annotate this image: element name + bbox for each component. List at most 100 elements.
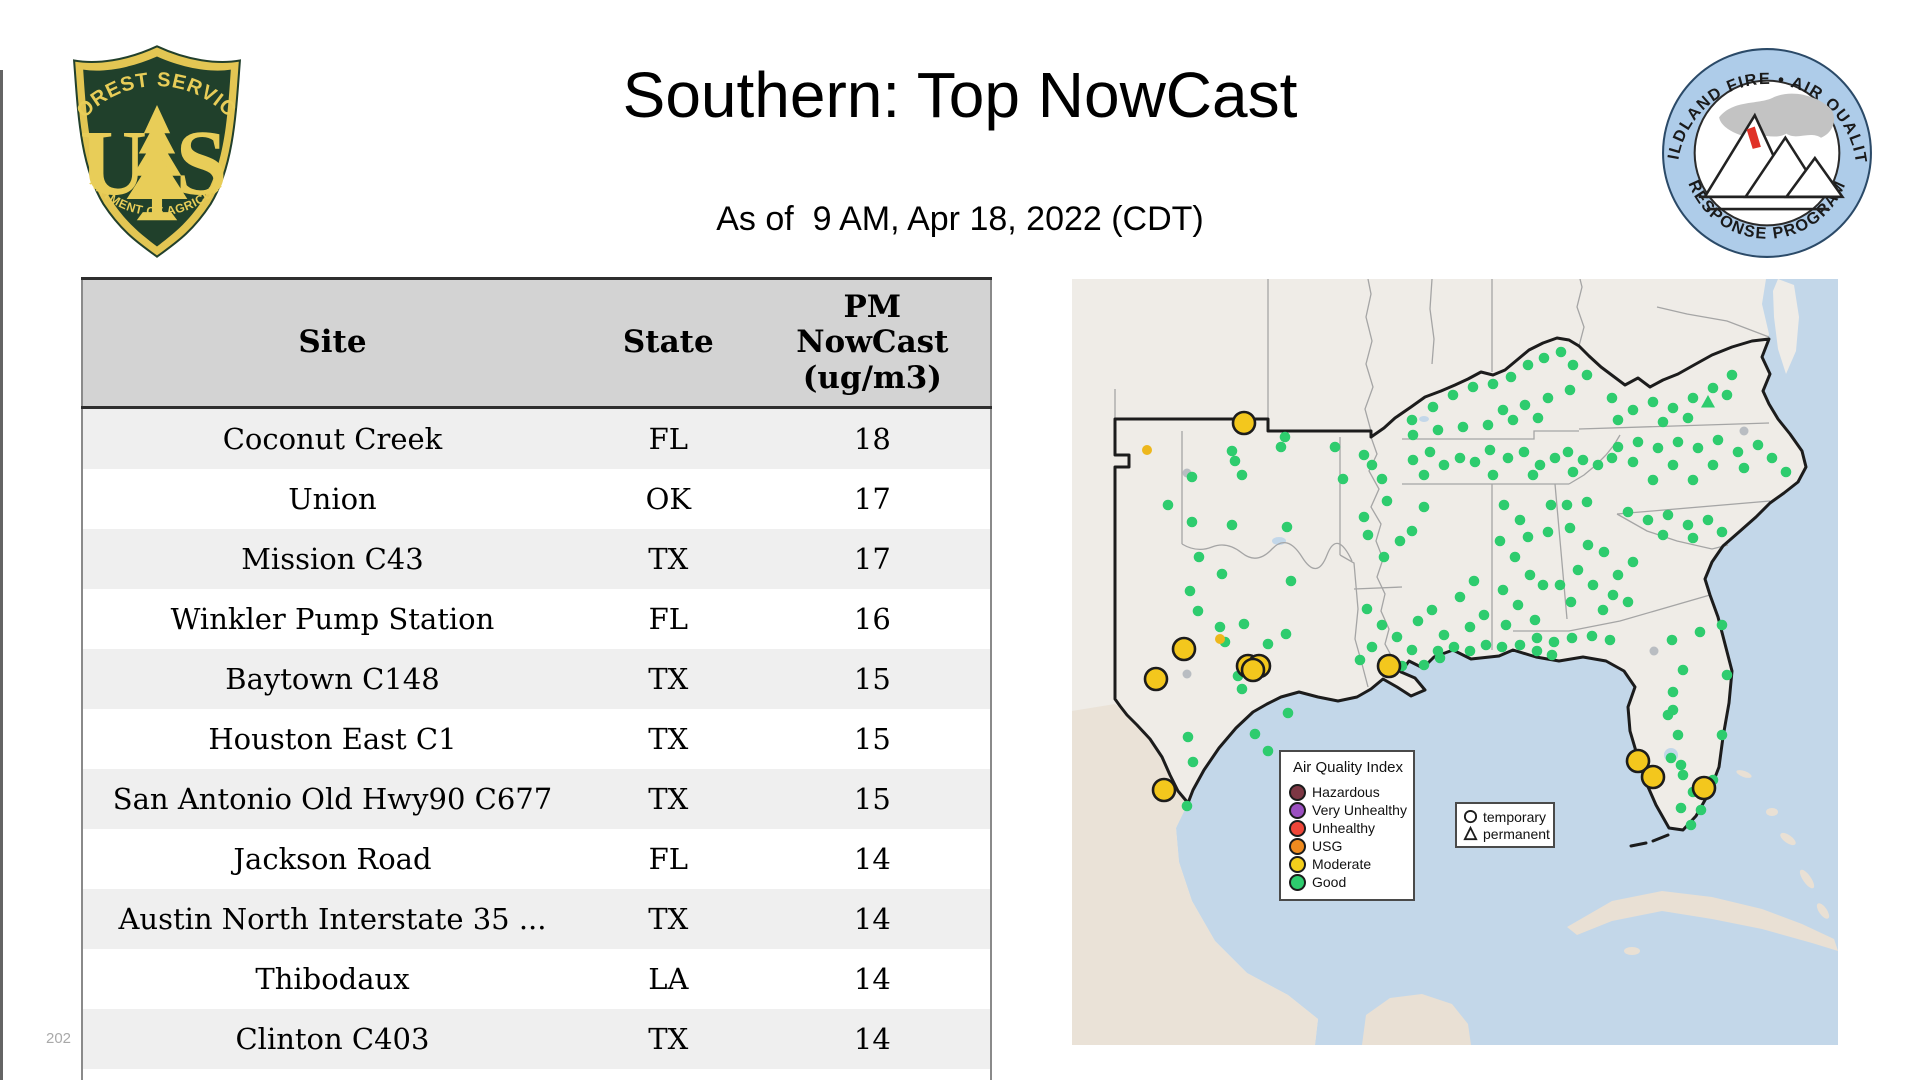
site-marker-good xyxy=(1418,501,1430,513)
map-image xyxy=(1072,279,1838,1045)
site-marker-good xyxy=(1572,564,1584,576)
table-cell: San Antonio Old Hwy90 C677 xyxy=(112,782,553,816)
site-marker-good xyxy=(1612,441,1624,453)
site-marker-good xyxy=(1561,499,1573,511)
table-cell: TX xyxy=(648,782,689,816)
table-cell: 15 xyxy=(853,662,891,696)
table-cell: TX xyxy=(648,722,689,756)
site-marker-good xyxy=(1358,449,1370,461)
aqi-map: Air Quality Index Hazardous Very Unhealth… xyxy=(1072,279,1838,1045)
aqi-legend-item: Unhealthy xyxy=(1289,819,1407,837)
site-marker-good xyxy=(1193,551,1205,563)
site-marker-good xyxy=(1529,614,1541,626)
page-subtitle: As of 9 AM, Apr 18, 2022 (CDT) xyxy=(716,200,1204,238)
table-cell: 17 xyxy=(853,542,891,576)
permanent-row: permanent xyxy=(1463,825,1550,842)
site-marker-good xyxy=(1685,819,1697,831)
site-marker-good xyxy=(1186,471,1198,483)
site-marker-good xyxy=(1522,531,1534,543)
site-marker-good xyxy=(1586,630,1598,642)
site-marker-good xyxy=(1394,535,1406,547)
table-row: Houston East C1 TX 15 xyxy=(82,709,991,769)
table-cell: Winkler Pump Station xyxy=(170,602,495,636)
site-marker-good xyxy=(1577,454,1589,466)
temporary-row: temporary xyxy=(1463,808,1547,825)
site-marker-good xyxy=(1426,604,1438,616)
site-marker-good xyxy=(1695,804,1707,816)
site-marker-good xyxy=(1721,669,1733,681)
site-marker-good xyxy=(1406,644,1418,656)
table-cell: 15 xyxy=(853,722,891,756)
site-marker-good xyxy=(1249,728,1261,740)
aqi-legend-items: Hazardous Very Unhealthy Unhealthy USG Moder… xyxy=(1289,783,1407,891)
table-cell: 16 xyxy=(853,602,891,636)
site-marker-good xyxy=(1721,389,1733,401)
site-marker-good xyxy=(1546,649,1558,661)
site-marker-good xyxy=(1607,589,1619,601)
site-marker-gray xyxy=(1182,669,1192,679)
site-marker-good xyxy=(1766,452,1778,464)
table-cell: 14 xyxy=(755,1069,991,1080)
site-marker-good xyxy=(1598,546,1610,558)
site-marker-good xyxy=(1418,469,1430,481)
site-marker-good xyxy=(1687,474,1699,486)
site-marker-good xyxy=(1498,499,1510,511)
site-marker-moderate-small xyxy=(1142,445,1152,455)
site-marker-good xyxy=(1482,419,1494,431)
site-marker-good xyxy=(1464,645,1476,657)
table-cell: Baytown C148 xyxy=(225,662,440,696)
site-marker-good xyxy=(1381,495,1393,507)
table-cell: 14 xyxy=(853,842,891,876)
table-cell: 15 xyxy=(853,782,891,816)
site-marker-good xyxy=(1447,389,1459,401)
site-marker-gray xyxy=(1649,646,1659,656)
site-marker-good xyxy=(1565,596,1577,608)
table-body: Coconut Creek FL 18 Union OK 17 Mission C43 TX 1… xyxy=(82,407,991,1080)
table-cell: Houston North Loop C1052 xyxy=(82,1069,582,1080)
site-marker-good xyxy=(1662,509,1674,521)
site-marker-good xyxy=(1192,605,1204,617)
site-marker-good xyxy=(1627,556,1639,568)
site-marker-good xyxy=(1627,404,1639,416)
site-marker-good xyxy=(1500,619,1512,631)
table-cell: Houston East C1 xyxy=(208,722,457,756)
site-marker-good xyxy=(1667,459,1679,471)
table-row: Baytown C148 TX 15 xyxy=(82,649,991,709)
site-marker-good xyxy=(1484,444,1496,456)
page-title: Southern: Top NowCast xyxy=(622,59,1298,131)
site-marker-good xyxy=(1537,579,1549,591)
site-marker-good xyxy=(1657,416,1669,428)
aqi-legend-item: USG xyxy=(1289,837,1407,855)
site-marker-good xyxy=(1162,499,1174,511)
site-marker-good xyxy=(1457,421,1469,433)
site-marker-good xyxy=(1518,446,1530,458)
table-header-row: Site State PM NowCast (ug/m3) xyxy=(82,278,991,409)
site-marker-good xyxy=(1497,584,1509,596)
site-marker-good xyxy=(1337,473,1349,485)
site-marker-good xyxy=(1279,431,1291,443)
site-marker-good xyxy=(1438,629,1450,641)
table-cell: TX xyxy=(648,542,689,576)
site-marker-good xyxy=(1281,521,1293,533)
site-marker-good xyxy=(1285,575,1297,587)
site-marker-good xyxy=(1677,769,1689,781)
table-cell: OK xyxy=(645,482,692,516)
site-marker-good xyxy=(1562,446,1574,458)
site-marker-good xyxy=(1467,381,1479,393)
site-marker-good xyxy=(1702,514,1714,526)
site-marker-good xyxy=(1716,526,1728,538)
table-cell: FL xyxy=(648,422,688,456)
site-marker-good xyxy=(1407,429,1419,441)
aqi-legend-label: USG xyxy=(1312,838,1343,854)
nowcast-table-container: Site State PM NowCast (ug/m3) Coconut Cree… xyxy=(81,277,992,1080)
site-marker-good xyxy=(1707,459,1719,471)
site-marker-good xyxy=(1726,369,1738,381)
site-marker-good xyxy=(1366,641,1378,653)
site-marker-good xyxy=(1236,469,1248,481)
site-marker-good xyxy=(1542,526,1554,538)
table-cell: 18 xyxy=(853,422,891,456)
table-row: Union OK 17 xyxy=(82,469,991,529)
site-marker-good xyxy=(1532,412,1544,424)
site-marker-good xyxy=(1647,396,1659,408)
wfaqrp-logo-icon: WILDLAND FIRE • AIR QUALITY RESPONSE PRO… xyxy=(1652,32,1872,258)
